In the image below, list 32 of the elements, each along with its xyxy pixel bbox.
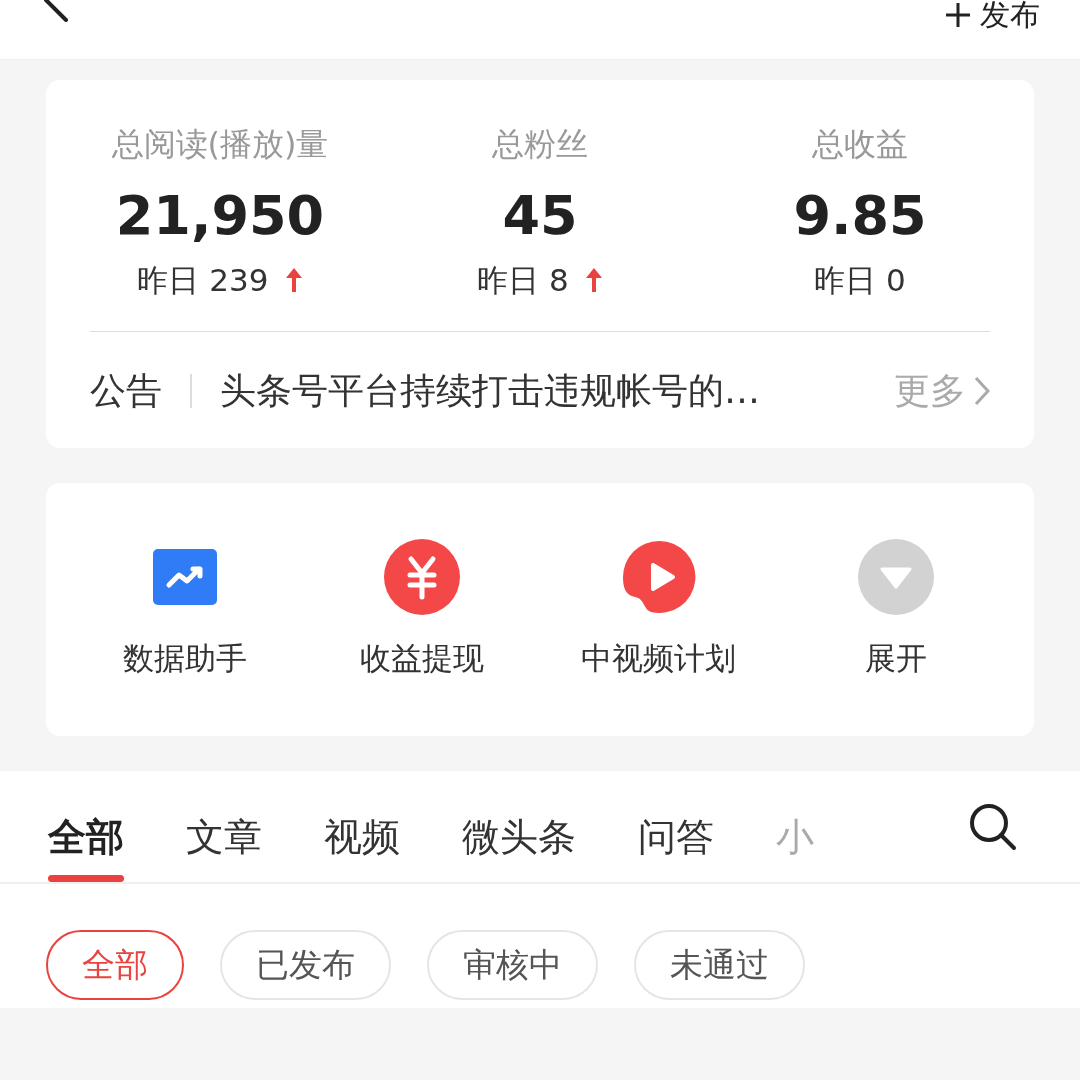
stat-value: 9.85 [793, 184, 927, 249]
plus-icon [946, 3, 970, 27]
publish-button[interactable]: 发布 [946, 0, 1040, 30]
notice-label: 公告 [90, 369, 162, 414]
content-tab[interactable]: 微头条 [462, 809, 576, 883]
filter-chip[interactable]: 已发布 [220, 930, 391, 1000]
filter-chip[interactable]: 全部 [46, 930, 184, 1000]
tool-button[interactable]: 数据助手 [74, 538, 295, 682]
search-icon[interactable] [968, 802, 1018, 853]
tool-button[interactable]: 展开 [785, 538, 1006, 682]
stat-label: 总收益 [812, 124, 908, 165]
chevron-right-icon [974, 376, 990, 407]
content-tab[interactable]: 视频 [324, 809, 400, 883]
stat-label: 总粉丝 [492, 124, 588, 165]
chart-icon [152, 548, 217, 605]
yen-icon [383, 538, 460, 615]
yesterday-count: 昨日 0 [814, 260, 906, 300]
stat-value: 45 [502, 184, 578, 249]
tool-button[interactable]: 中视频计划 [548, 538, 769, 682]
play-icon [620, 538, 697, 615]
filter-chip[interactable]: 审核中 [427, 930, 598, 1000]
stat-label: 总阅读(播放)量 [111, 124, 329, 165]
content-tab[interactable]: 全部 [48, 809, 124, 883]
yesterday-count: 昨日 8 [477, 260, 569, 300]
notice-text[interactable]: 头条号平台持续打击违规帐号的… [220, 364, 894, 419]
stat-value: 21,950 [115, 184, 325, 249]
tool-button[interactable]: 收益提现 [311, 538, 532, 682]
expand-icon [857, 538, 934, 615]
content-tab[interactable]: 文章 [186, 809, 262, 883]
content-tab[interactable]: 问答 [638, 809, 714, 883]
filter-chip[interactable]: 未通过 [634, 930, 805, 1000]
yesterday-count: 昨日 239 [137, 260, 269, 300]
